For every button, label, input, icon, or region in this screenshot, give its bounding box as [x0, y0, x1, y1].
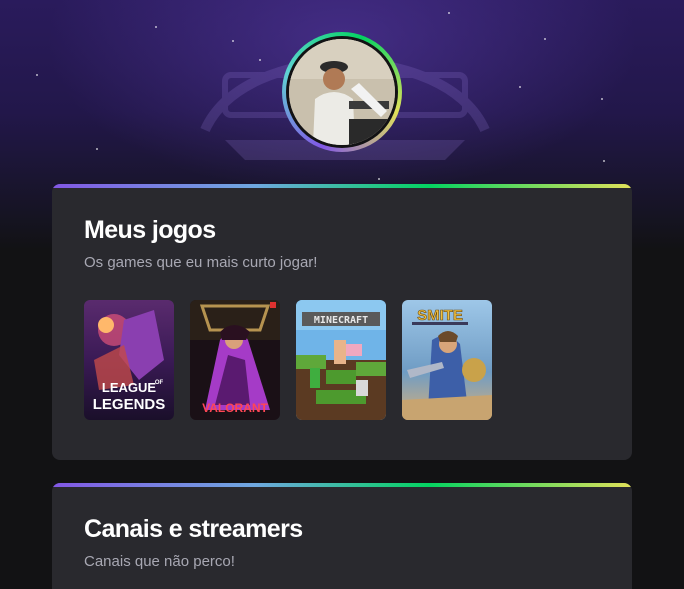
- section-title: Meus jogos: [84, 216, 216, 244]
- section-subtitle: Os games que eu mais curto jogar!: [84, 254, 318, 271]
- avatar: [282, 32, 402, 152]
- game-card-valorant[interactable]: VALORANT: [190, 300, 280, 420]
- game-logo-text: VALORANT: [202, 401, 268, 415]
- game-logo-text: MINECRAFT: [314, 315, 368, 326]
- game-logo-text: SMITE: [417, 307, 463, 324]
- games-list: LEAGUE OF LEGENDS VALORANT MINECRAFT SMI…: [84, 300, 492, 420]
- game-card-league-of-legends[interactable]: LEAGUE OF LEGENDS: [84, 300, 174, 420]
- avatar-photo: [289, 39, 395, 145]
- game-card-minecraft[interactable]: MINECRAFT: [296, 300, 386, 420]
- section-my-games: Meus jogos Os games que eu mais curto jo…: [52, 184, 632, 460]
- game-logo-text: LEAGUE: [102, 380, 157, 395]
- section-subtitle: Canais que não perco!: [84, 553, 235, 570]
- svg-text:LEGENDS: LEGENDS: [93, 396, 166, 413]
- section-channels-streamers: Canais e streamers Canais que não perco!: [52, 483, 632, 589]
- svg-text:OF: OF: [155, 380, 164, 386]
- section-title: Canais e streamers: [84, 515, 303, 543]
- game-card-smite[interactable]: SMITE: [402, 300, 492, 420]
